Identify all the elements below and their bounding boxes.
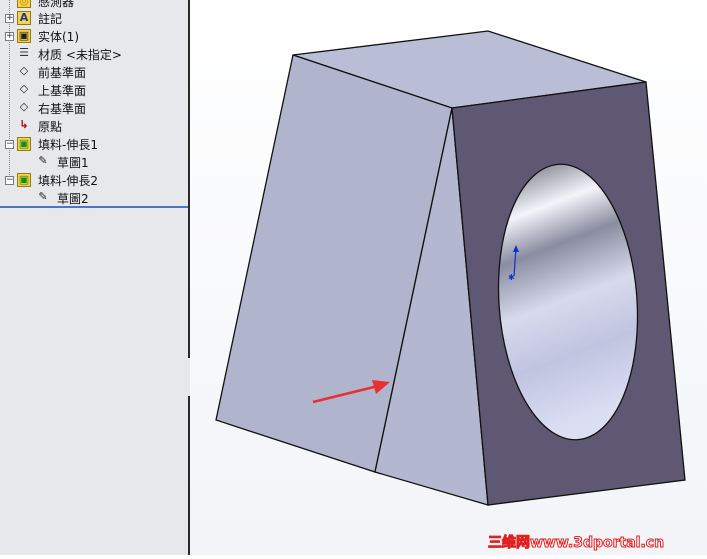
svg-text:✱: ✱: [508, 273, 515, 282]
model-view: ✱: [215, 30, 686, 506]
plane-icon: ◇: [19, 100, 29, 113]
solid-bodies-icon: ▣: [17, 29, 31, 43]
tree-item[interactable]: − ▣ 填料-伸長1: [0, 135, 188, 153]
tree-item-label: 草圖2: [57, 192, 89, 206]
tree-divider[interactable]: [0, 206, 188, 208]
collapse-icon[interactable]: −: [5, 140, 14, 149]
graphics-viewport[interactable]: ✱: [190, 0, 707, 555]
tree-item-label: 原點: [38, 120, 63, 134]
plane-icon: ◇: [19, 64, 29, 77]
sketch-icon: ✎: [38, 154, 48, 167]
sketch-icon: ✎: [38, 190, 48, 203]
extrude-icon: ▣: [17, 173, 31, 187]
extrude-icon: ▣: [17, 137, 31, 151]
annotation-icon: A: [17, 11, 31, 25]
tree-item-label: 填料-伸長1: [38, 138, 98, 152]
tree-item-label: 註記: [38, 12, 63, 26]
tree-item[interactable]: ◇ 前基準面: [0, 63, 188, 81]
tree-item-label: 草圖1: [57, 156, 89, 170]
tree-item[interactable]: ☰ 材质 <未指定>: [0, 45, 188, 63]
plane-icon: ◇: [19, 82, 29, 95]
watermark: 三维网www.3dportal.cn: [487, 535, 665, 552]
tree-item-label: 前基準面: [38, 66, 87, 80]
origin-icon: ↳: [19, 118, 29, 131]
tree-item-label: 材质 <未指定>: [38, 48, 122, 62]
tree-item-label: 实体(1): [38, 30, 79, 44]
tree-item-label: 填料-伸長2: [38, 174, 98, 188]
tree-item[interactable]: ◇ 右基準面: [0, 99, 188, 117]
material-icon: ☰: [19, 46, 29, 59]
expand-icon[interactable]: +: [5, 32, 14, 41]
tree-item[interactable]: − ▣ 填料-伸長2: [0, 171, 188, 189]
tree-item[interactable]: + A 註記: [0, 9, 188, 27]
tree-item[interactable]: ↳ 原點: [0, 117, 188, 135]
expand-icon[interactable]: +: [5, 14, 14, 23]
tree-item[interactable]: ✎ 草圖2: [0, 189, 188, 207]
tree-item[interactable]: ◇ 上基準面: [0, 81, 188, 99]
feature-manager-tree: ◎ 感測器 + A 註記 + ▣ 实体(1) ☰ 材质 <未指定> ◇ 前基準面 ◇ 上基準面 ◇ 右基準面 ↳…: [0, 0, 190, 555]
collapse-icon[interactable]: −: [5, 176, 14, 185]
tree-item[interactable]: ✎ 草圖1: [0, 153, 188, 171]
tree-item-label: 上基準面: [38, 84, 87, 98]
tree-item[interactable]: + ▣ 实体(1): [0, 27, 188, 45]
sensor-icon: ◎: [17, 0, 31, 8]
tree-item-label: 右基準面: [38, 102, 87, 116]
